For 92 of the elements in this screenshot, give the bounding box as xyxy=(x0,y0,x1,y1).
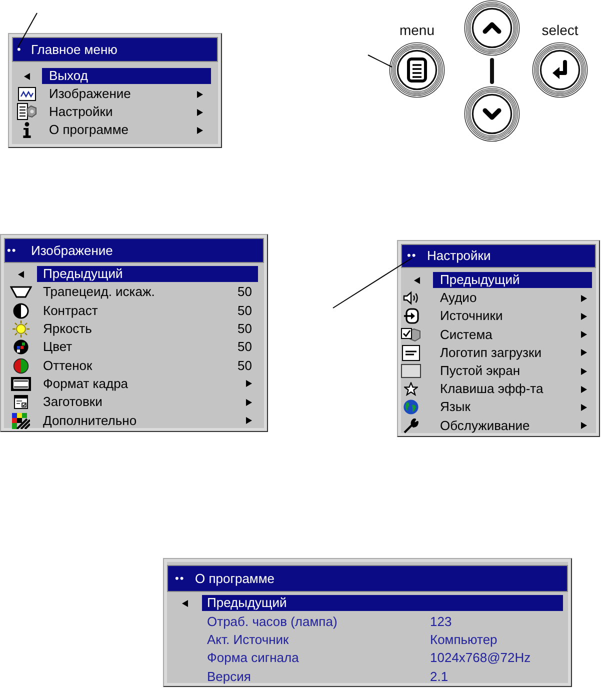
right-triangle-icon xyxy=(197,108,203,116)
left-triangle-icon xyxy=(18,270,24,278)
menu-item[interactable]: Источники xyxy=(433,308,592,324)
menu-title: Изображение xyxy=(31,242,113,258)
right-triangle-icon xyxy=(581,404,587,411)
color-wheel-icon xyxy=(12,339,28,356)
picture-icon xyxy=(18,87,36,101)
right-triangle-icon xyxy=(581,349,587,356)
contrast-icon xyxy=(12,302,28,319)
menu-item[interactable]: Изображение xyxy=(42,86,211,102)
sun-icon xyxy=(12,320,30,338)
up-chevron-icon xyxy=(482,22,502,34)
right-triangle-icon xyxy=(581,294,587,302)
enter-arrow-icon xyxy=(552,60,567,79)
trapezoid-icon xyxy=(10,286,32,298)
menu-item[interactable]: Предыдущий xyxy=(37,266,258,282)
frame-icon xyxy=(10,376,30,391)
menu-item[interactable]: Трапецеид. искаж. 50 xyxy=(37,284,258,300)
up-button[interactable] xyxy=(464,0,520,56)
menu-item[interactable]: Акт. Источник Компьютер xyxy=(202,632,563,648)
title-marker: • xyxy=(17,44,23,56)
menu-item[interactable]: Выход xyxy=(42,68,211,84)
down-chevron-icon xyxy=(482,108,502,120)
button-label: menu xyxy=(399,22,435,38)
menu-item[interactable]: Клавиша эфф-та xyxy=(433,381,592,398)
menu-item[interactable]: Заготовки xyxy=(37,394,258,410)
item-value: 50 xyxy=(238,321,252,338)
title-marker: •• xyxy=(407,250,418,262)
menu-title: Главное меню xyxy=(31,42,118,58)
menu-item[interactable]: Дополнительно xyxy=(37,412,258,429)
right-triangle-icon xyxy=(246,380,252,388)
globe-icon xyxy=(403,399,419,416)
right-triangle-icon xyxy=(197,126,203,134)
menu-item[interactable]: Формат кадра xyxy=(37,376,258,392)
color-grid-icon xyxy=(12,412,30,429)
window-icon xyxy=(14,395,28,410)
wrench-icon xyxy=(403,418,419,434)
item-value: 50 xyxy=(238,339,252,356)
speaker-icon xyxy=(403,291,419,306)
title-marker: •• xyxy=(175,572,186,584)
select-button[interactable] xyxy=(532,42,588,98)
right-triangle-icon xyxy=(581,386,587,393)
document-gear-icon xyxy=(17,103,37,121)
right-triangle-icon xyxy=(197,90,203,98)
blank-rectangle-icon xyxy=(401,364,421,378)
menu-item[interactable]: Контраст 50 xyxy=(37,302,258,319)
menu-item[interactable]: Аудио xyxy=(433,290,592,306)
info-icon xyxy=(22,122,32,138)
menu-button[interactable] xyxy=(389,42,445,98)
right-triangle-icon xyxy=(246,417,252,424)
item-value: 50 xyxy=(238,302,252,319)
right-triangle-icon xyxy=(581,368,587,375)
checkbox-gear-icon xyxy=(401,326,421,343)
item-value: 50 xyxy=(238,358,252,374)
right-triangle-icon xyxy=(581,312,587,320)
left-triangle-icon xyxy=(182,600,188,607)
right-triangle-icon xyxy=(581,331,587,338)
left-triangle-icon xyxy=(24,72,30,80)
menu-icon xyxy=(407,58,427,82)
split-circle-icon xyxy=(12,358,28,374)
menu-item[interactable]: Язык xyxy=(433,399,592,416)
menu-item[interactable]: Предыдущий xyxy=(202,595,563,612)
separator-bar xyxy=(490,58,494,84)
menu-item[interactable]: Логотип загрузки xyxy=(433,344,592,361)
right-triangle-icon xyxy=(581,422,587,430)
right-triangle-icon xyxy=(246,398,252,406)
star-icon xyxy=(404,382,418,396)
left-triangle-icon xyxy=(414,276,420,284)
item-value: 123 xyxy=(430,614,452,630)
menu-item[interactable]: Цвет 50 xyxy=(37,339,258,356)
menu-item[interactable]: Пустой экран xyxy=(433,363,592,380)
title-marker: •• xyxy=(7,244,18,256)
menu-item[interactable]: Оттенок 50 xyxy=(37,358,258,374)
menu-item[interactable]: Настройки xyxy=(42,104,211,120)
menu-item[interactable]: О программе xyxy=(42,122,211,138)
label-box-icon xyxy=(402,344,420,361)
menu-item[interactable]: Система xyxy=(433,326,592,343)
menu-item[interactable]: Обслуживание xyxy=(433,418,592,434)
menu-item[interactable]: Предыдущий xyxy=(433,272,592,288)
menu-title: Настройки xyxy=(427,248,491,264)
menu-title: О программе xyxy=(195,570,275,586)
item-value: Компьютер xyxy=(430,632,498,648)
down-button[interactable] xyxy=(464,86,520,142)
menu-item[interactable]: Версия 2.1 xyxy=(202,668,563,685)
menu-item[interactable]: Форма сигнала 1024x768@72Hz xyxy=(202,650,563,666)
menu-item[interactable]: Яркость 50 xyxy=(37,321,258,338)
menu-item[interactable]: Отраб. часов (лампа) 123 xyxy=(202,614,563,630)
item-value: 50 xyxy=(238,284,252,300)
item-value: 1024x768@72Hz xyxy=(430,650,531,666)
button-label: select xyxy=(542,22,578,38)
item-value: 2.1 xyxy=(430,668,448,685)
leader-line xyxy=(368,54,392,68)
